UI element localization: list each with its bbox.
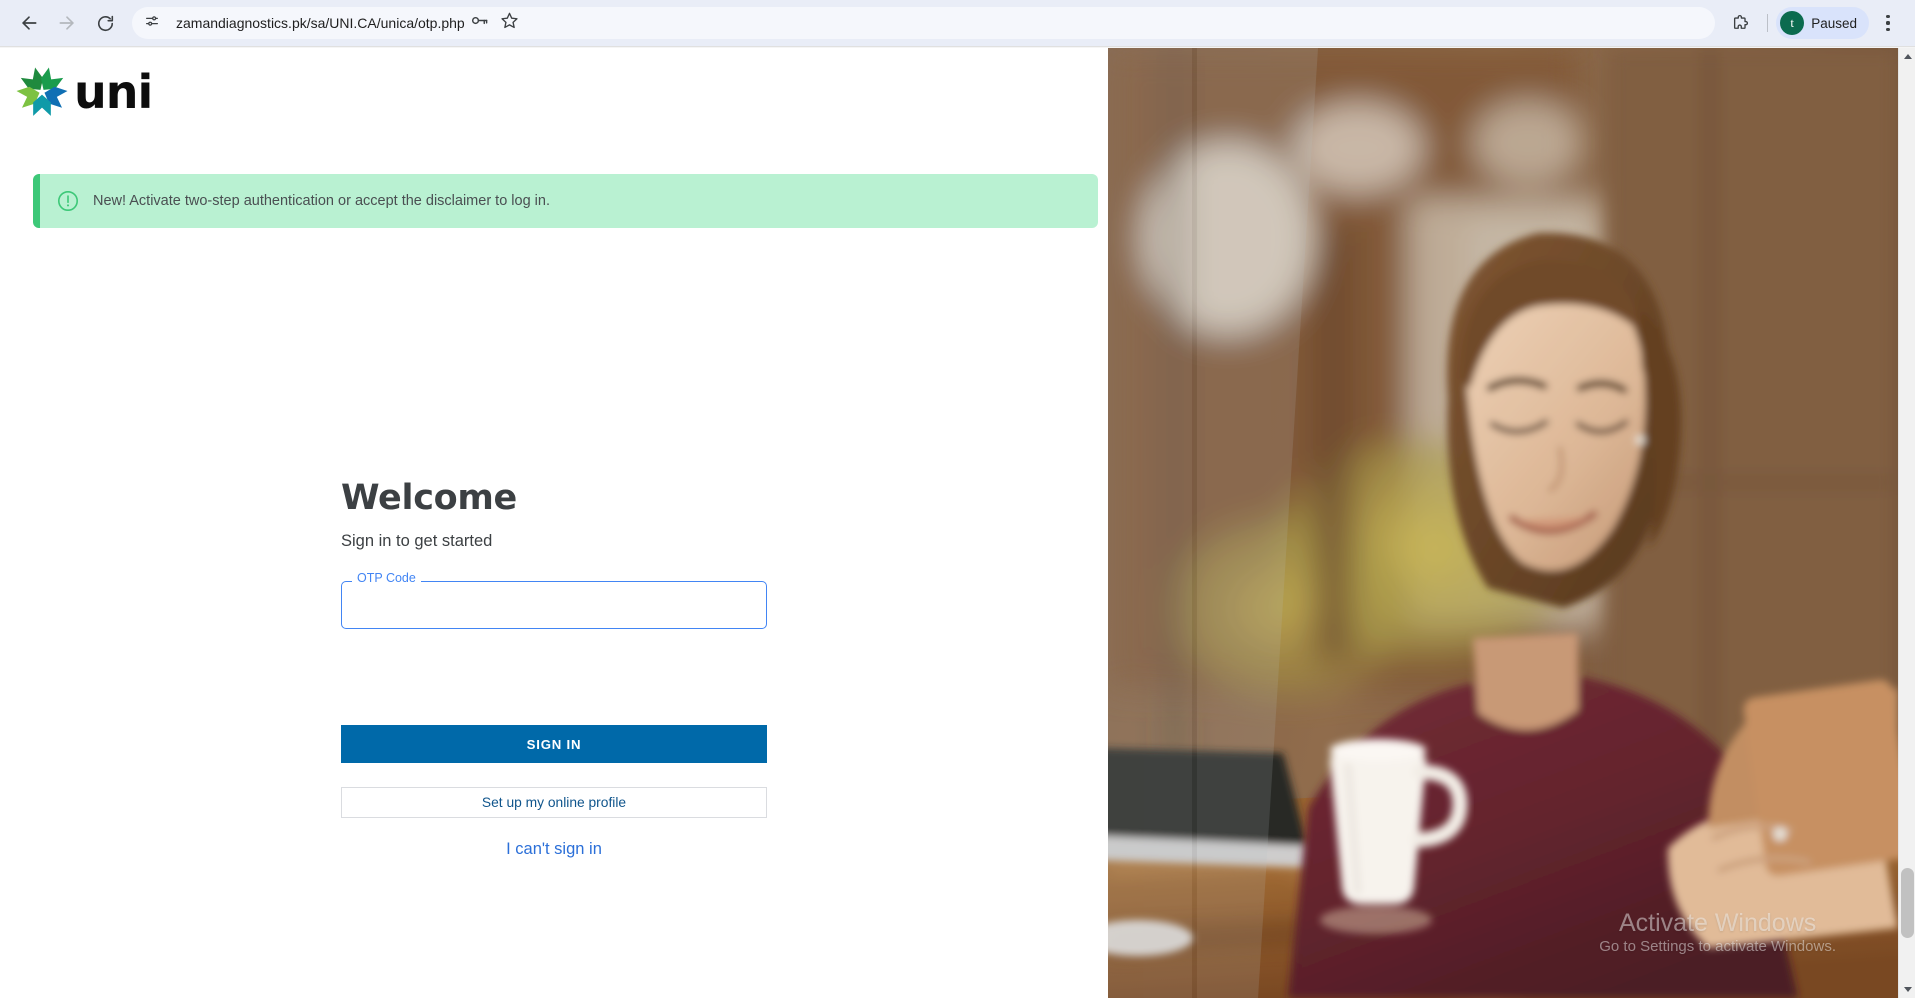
- uni-star-logo: [16, 66, 68, 118]
- url-text[interactable]: zamandiagnostics.pk/sa/UNI.CA/unica/otp.…: [176, 15, 465, 31]
- reload-button[interactable]: [86, 4, 124, 42]
- puzzle-piece-icon: [1731, 14, 1750, 33]
- page-subtitle: Sign in to get started: [341, 532, 493, 550]
- bookmark-button[interactable]: [495, 8, 525, 38]
- profile-button[interactable]: t Paused: [1776, 7, 1869, 39]
- login-pane: uni New! Activate two-step authenticatio…: [0, 48, 1108, 998]
- browser-actions: t Paused: [1721, 4, 1905, 42]
- password-manager-button[interactable]: [465, 8, 495, 38]
- otp-field[interactable]: OTP Code: [341, 572, 767, 629]
- hero-image: Activate Windows Go to Settings to activ…: [1108, 48, 1898, 998]
- chevron-down-icon: [1903, 987, 1912, 992]
- setup-online-profile-button[interactable]: Set up my online profile: [341, 787, 767, 818]
- forward-arrow-icon: [57, 13, 77, 33]
- omnibox-actions: [465, 8, 525, 38]
- key-icon: [470, 11, 489, 35]
- sign-in-button[interactable]: SIGN IN: [341, 725, 767, 763]
- brand-wordmark: uni: [74, 65, 153, 119]
- vertical-scrollbar[interactable]: [1898, 48, 1915, 998]
- back-arrow-icon: [19, 13, 39, 33]
- chevron-up-icon: [1903, 54, 1912, 59]
- scroll-up-button[interactable]: [1899, 48, 1915, 65]
- chrome-menu-button[interactable]: [1871, 6, 1905, 40]
- page-title: Welcome: [341, 478, 517, 518]
- scrollbar-thumb[interactable]: [1901, 868, 1914, 938]
- otp-field-label: OTP Code: [352, 572, 421, 585]
- toolbar-divider: [1767, 14, 1769, 32]
- extensions-button[interactable]: [1721, 4, 1759, 42]
- reload-icon: [96, 14, 115, 33]
- cant-sign-in-link[interactable]: I can't sign in: [341, 840, 767, 859]
- avatar: t: [1780, 11, 1805, 35]
- exclamation-circle-icon: [56, 189, 80, 213]
- notification-banner: New! Activate two-step authentication or…: [33, 174, 1098, 228]
- back-button[interactable]: [10, 4, 48, 42]
- notification-message: New! Activate two-step authentication or…: [93, 193, 550, 209]
- three-dot-menu-icon: [1886, 15, 1890, 19]
- star-icon: [500, 11, 519, 35]
- browser-toolbar: zamandiagnostics.pk/sa/UNI.CA/unica/otp.…: [0, 0, 1915, 46]
- forward-button[interactable]: [48, 4, 86, 42]
- brand-logo[interactable]: uni: [16, 65, 153, 119]
- signin-form: Welcome Sign in to get started OTP Code …: [341, 478, 767, 859]
- otp-input[interactable]: [341, 581, 767, 629]
- scroll-down-button[interactable]: [1899, 981, 1915, 998]
- site-information-button[interactable]: [138, 9, 166, 37]
- address-bar[interactable]: zamandiagnostics.pk/sa/UNI.CA/unica/otp.…: [132, 7, 1716, 39]
- profile-status-label: Paused: [1811, 15, 1857, 31]
- tune-site-settings-icon: [144, 13, 160, 34]
- page-viewport: uni New! Activate two-step authenticatio…: [0, 48, 1915, 998]
